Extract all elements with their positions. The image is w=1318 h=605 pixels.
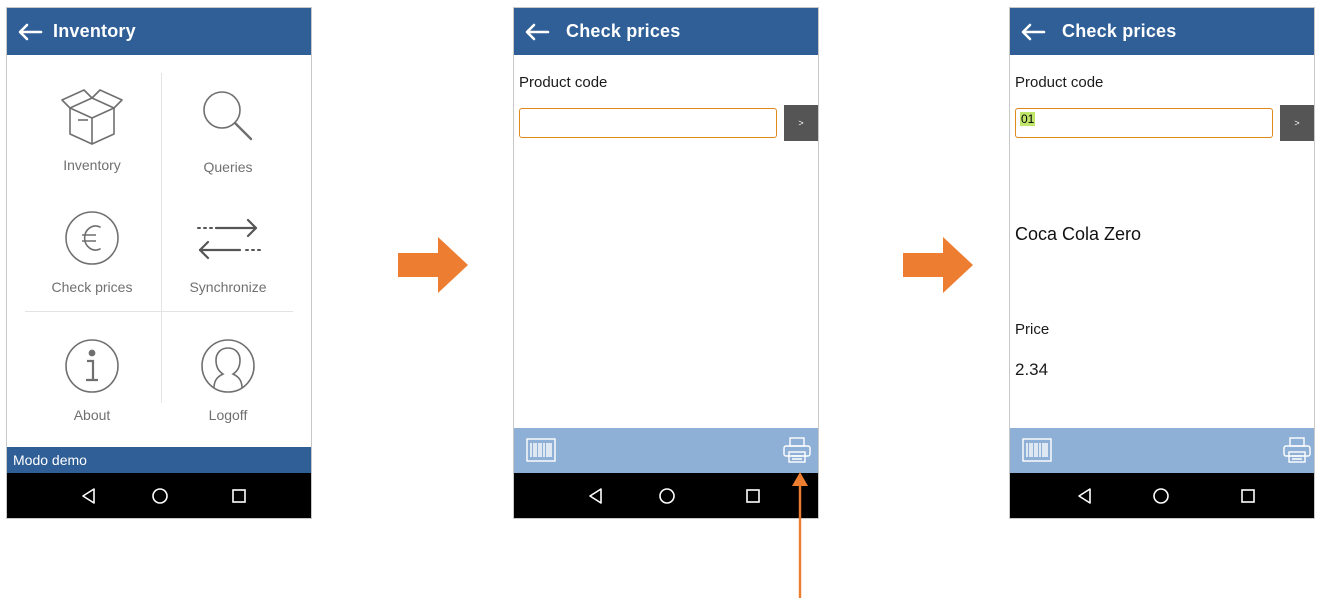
flow-arrow-icon (903, 237, 975, 298)
bottom-toolbar (514, 428, 818, 473)
printer-icon[interactable] (782, 436, 812, 469)
sync-arrows-icon (194, 203, 262, 273)
back-arrow-icon[interactable] (1010, 8, 1056, 55)
nav-back-icon[interactable] (581, 482, 609, 510)
product-name: Coca Cola Zero (1015, 224, 1142, 244)
submit-button[interactable]: > (784, 105, 818, 141)
app-header: Check prices (514, 8, 818, 55)
status-bar: Modo demo (7, 447, 311, 473)
nav-home-icon[interactable] (1147, 482, 1175, 510)
product-code-value: 01 (1020, 112, 1036, 126)
menu-tile-logoff[interactable]: Logoff (161, 323, 295, 441)
nav-back-icon[interactable] (1070, 482, 1098, 510)
back-arrow-icon[interactable] (7, 8, 53, 55)
info-icon (58, 331, 126, 401)
menu-tile-label: Logoff (208, 407, 248, 423)
android-nav-bar (1010, 473, 1314, 518)
price-label: Price (1015, 321, 1050, 338)
flow-arrow-icon (398, 237, 470, 298)
menu-tile-label: Queries (203, 159, 253, 175)
submit-button[interactable]: > (1280, 105, 1314, 141)
printer-icon[interactable] (1282, 436, 1312, 469)
page-title: Check prices (566, 21, 681, 41)
app-header: Inventory (7, 8, 311, 55)
android-nav-bar (7, 473, 311, 518)
nav-recents-icon[interactable] (739, 482, 767, 510)
android-nav-bar (514, 473, 818, 518)
product-code-label: Product code (1015, 74, 1104, 91)
euro-icon (58, 203, 126, 273)
app-header: Check prices (1010, 8, 1314, 55)
product-code-label: Product code (519, 74, 608, 91)
barcode-scan-icon[interactable] (526, 438, 556, 467)
nav-home-icon[interactable] (653, 482, 681, 510)
menu-tile-queries[interactable]: Queries (161, 73, 295, 191)
user-icon (194, 331, 262, 401)
page-title: Inventory (53, 21, 136, 41)
menu-tile-label: Synchronize (189, 279, 267, 295)
page-title: Check prices (1062, 21, 1177, 41)
nav-recents-icon[interactable] (1234, 482, 1262, 510)
search-icon (194, 81, 262, 151)
bottom-toolbar (1010, 428, 1314, 473)
phone-screen-check-prices-result: Check prices Product code 01 > Coca Cola… (1009, 7, 1315, 519)
product-code-input[interactable] (519, 108, 777, 138)
menu-tile-label: About (73, 407, 111, 423)
callout-arrow-icon (790, 470, 810, 605)
nav-back-icon[interactable] (74, 482, 102, 510)
phone-screen-inventory-menu: Inventory Inventory Queries Check prices… (6, 7, 312, 519)
menu-tile-check-prices[interactable]: Check prices (25, 195, 159, 313)
phone-screen-check-prices-empty: Check prices Product code > (513, 7, 819, 519)
nav-recents-icon[interactable] (225, 482, 253, 510)
menu-tile-synchronize[interactable]: Synchronize (161, 195, 295, 313)
menu-tile-label: Inventory (63, 157, 121, 173)
nav-home-icon[interactable] (146, 482, 174, 510)
menu-tile-label: Check prices (51, 279, 133, 295)
barcode-scan-icon[interactable] (1022, 438, 1052, 467)
product-code-input[interactable]: 01 (1015, 108, 1273, 138)
back-arrow-icon[interactable] (514, 8, 560, 55)
menu-tile-about[interactable]: About (25, 323, 159, 441)
menu-grid: Inventory Queries Check prices Synchroni… (25, 73, 293, 423)
menu-tile-inventory[interactable]: Inventory (25, 73, 159, 191)
price-value: 2.34 (1015, 360, 1049, 379)
box-icon (58, 81, 126, 151)
